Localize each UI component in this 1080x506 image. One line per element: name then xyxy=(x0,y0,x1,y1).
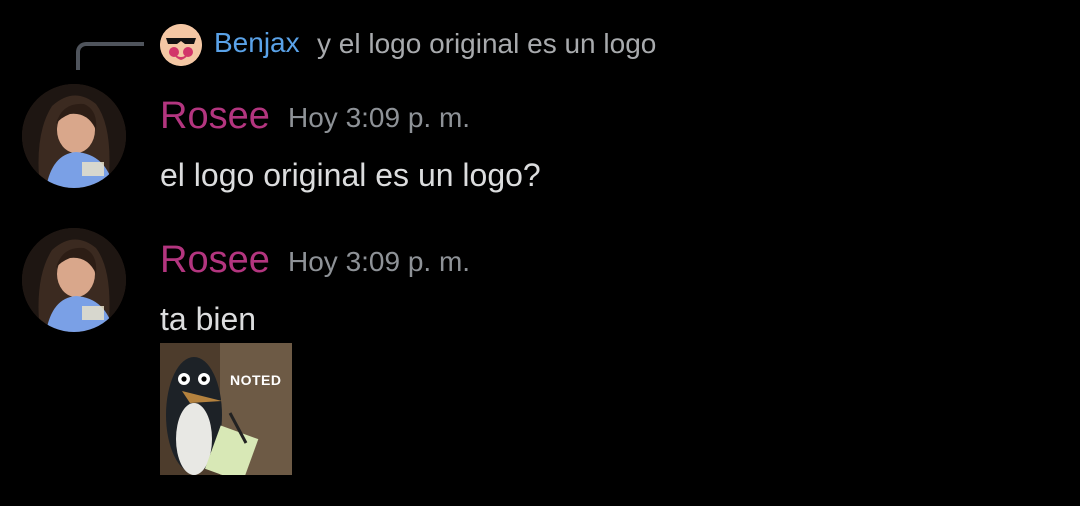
reply-author-avatar[interactable] xyxy=(160,24,202,66)
message-author[interactable]: Rosee xyxy=(160,239,270,282)
message-author[interactable]: Rosee xyxy=(160,95,270,138)
message-content: ta bien xyxy=(160,301,257,337)
reply-spine xyxy=(76,42,144,70)
penguin-noted-icon xyxy=(160,343,292,475)
sticker-caption: NOTED xyxy=(230,372,282,388)
noted-penguin-sticker[interactable]: NOTED xyxy=(160,343,292,475)
user-avatar-icon xyxy=(22,84,126,188)
user-avatar-icon xyxy=(22,228,126,332)
message-timestamp: Hoy 3:09 p. m. xyxy=(288,246,471,277)
user-avatar[interactable] xyxy=(22,84,126,188)
reply-preview-text[interactable]: y el logo original es un logo xyxy=(317,28,656,60)
reply-author-name[interactable]: Benjax xyxy=(214,27,300,59)
message-content: el logo original es un logo? xyxy=(160,157,541,193)
message-timestamp: Hoy 3:09 p. m. xyxy=(288,102,471,133)
sunglasses-emoji-icon xyxy=(160,24,202,66)
user-avatar[interactable] xyxy=(22,228,126,332)
